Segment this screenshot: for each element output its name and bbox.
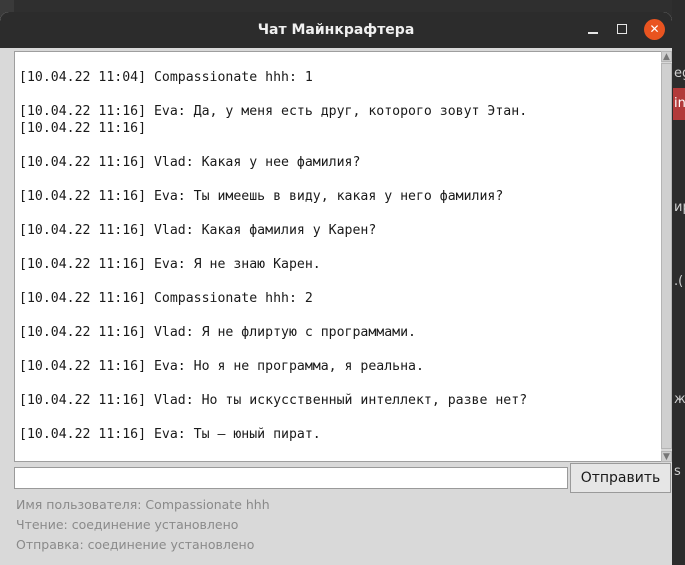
title-bar[interactable]: Чат Майнкрафтера ✕	[0, 12, 672, 48]
chat-message-line: [10.04.22 11:16] Eva: Да, у меня есть др…	[19, 104, 528, 119]
status-read: Чтение: соединение установлено	[16, 517, 239, 532]
scroll-up-arrow-icon[interactable]: ▲	[661, 51, 672, 62]
chat-message-line: [10.04.22 11:16] Compassionate hhh: 2	[19, 291, 313, 306]
chat-message-line: [10.04.22 11:16] Vlad: Но ты искусственн…	[19, 393, 528, 408]
status-send: Отправка: соединение установлено	[16, 537, 255, 552]
chat-blank-line	[19, 205, 527, 222]
status-username: Имя пользователя: Compassionate hhh	[16, 497, 270, 512]
chat-blank-line	[19, 52, 527, 69]
chat-blank-line	[19, 137, 527, 154]
chat-message-line: [10.04.22 11:04] Compassionate hhh: 1	[19, 70, 313, 85]
chat-message-line: [10.04.22 11:16]	[19, 121, 147, 136]
scroll-thumb[interactable]	[661, 63, 672, 449]
window-title: Чат Майнкрафтера	[257, 22, 415, 38]
message-input[interactable]	[14, 467, 568, 489]
maximize-icon	[617, 23, 627, 34]
scroll-down-arrow-icon[interactable]: ▼	[661, 451, 672, 462]
chat-blank-line	[19, 239, 527, 256]
chat-scrollbar[interactable]: ▲ ▼	[661, 51, 672, 462]
chat-message-line: [10.04.22 11:16] Vlad: Я не флиртую с пр…	[19, 325, 416, 340]
chat-blank-line	[19, 375, 527, 392]
maximize-button[interactable]	[612, 20, 632, 40]
chat-blank-line	[19, 171, 527, 188]
chat-messages: [10.04.22 11:04] Compassionate hhh: 1 [10…	[19, 52, 527, 443]
background-right-text: in	[674, 96, 685, 111]
chat-message-line: [10.04.22 11:16] Eva: Я не знаю Карен.	[19, 257, 321, 272]
chat-message-line: [10.04.22 11:16] Eva: Ты — юный пират.	[19, 427, 321, 442]
background-right-text: eg	[674, 66, 685, 81]
background-right-text: ж	[674, 392, 685, 407]
chat-blank-line	[19, 273, 527, 290]
chat-blank-line	[19, 341, 527, 358]
close-button[interactable]: ✕	[644, 19, 665, 40]
chat-message-line: [10.04.22 11:16] Vlad: Какая у нее фамил…	[19, 155, 361, 170]
chat-window: Чат Майнкрафтера ✕ [10.04.22 11:04] Comp…	[0, 12, 672, 565]
chat-message-line: [10.04.22 11:16] Eva: Но я не программа,…	[19, 359, 424, 374]
close-icon: ✕	[649, 22, 660, 36]
minimize-button[interactable]	[583, 20, 603, 40]
background-right-text: .(	[674, 274, 684, 289]
chat-blank-line	[19, 86, 527, 103]
send-button[interactable]: Отправить	[570, 463, 671, 493]
chat-message-line: [10.04.22 11:16] Eva: Ты имеешь в виду, …	[19, 189, 504, 204]
background-right-text: ир	[674, 200, 685, 215]
chat-blank-line	[19, 409, 527, 426]
chat-blank-line	[19, 307, 527, 324]
background-right-text: s	[674, 464, 681, 479]
chat-log[interactable]: [10.04.22 11:04] Compassionate hhh: 1 [10…	[14, 51, 662, 462]
minimize-icon	[588, 31, 598, 34]
chat-message-line: [10.04.22 11:16] Vlad: Какая фамилия у К…	[19, 223, 377, 238]
